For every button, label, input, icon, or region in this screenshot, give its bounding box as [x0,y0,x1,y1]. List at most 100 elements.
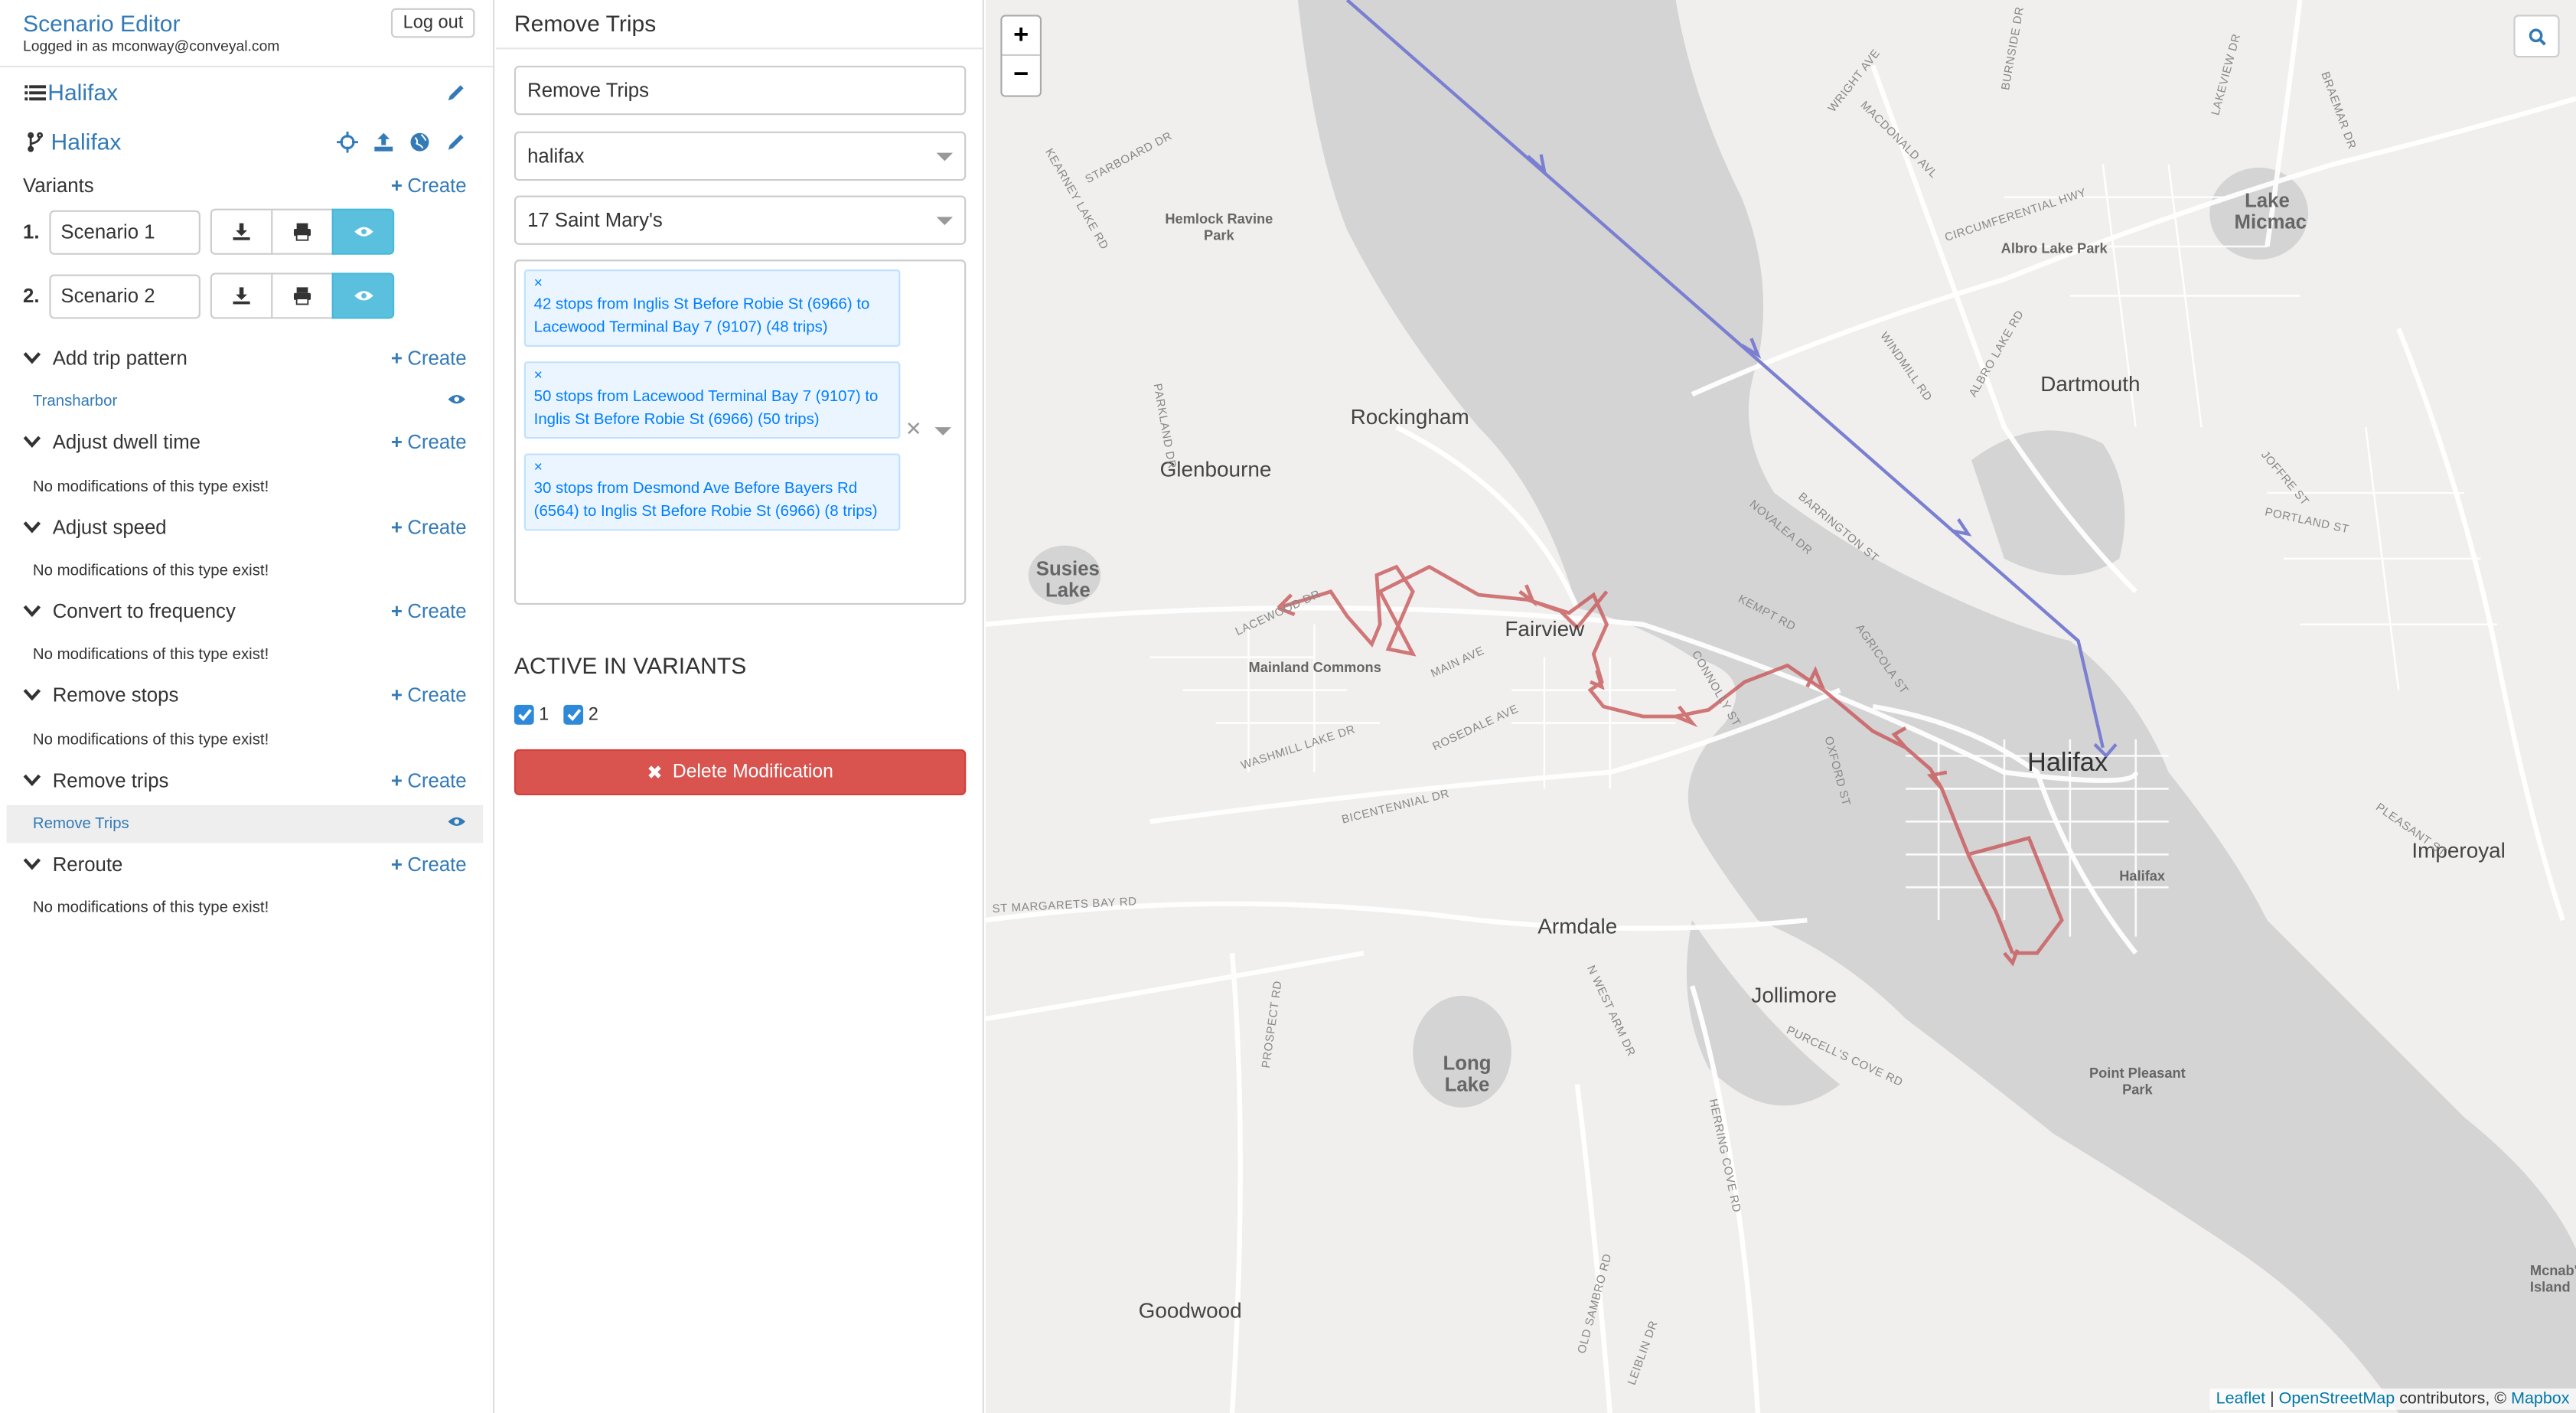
empty-note: No modifications of this type exist! [32,645,269,664]
eye-icon[interactable] [447,815,467,834]
modification-name: Remove Trips [32,814,129,834]
modification-name-input[interactable]: Remove Trips [514,65,967,116]
upload-icon[interactable] [371,130,394,153]
remove-tag-icon[interactable]: × [534,271,891,294]
checkbox-checked-icon[interactable] [514,704,534,725]
place-label: Long Lake [1443,1051,1492,1096]
sidebar: Scenario Editor Logged in as mconway@con… [0,0,495,1413]
chevron-down-icon [23,351,43,364]
remove-tag-icon[interactable]: × [534,363,891,386]
create-add-trip-pattern-button[interactable]: + Create [391,347,467,370]
variants-header: Variants + Create [23,175,467,197]
caret-down-icon[interactable] [934,427,951,436]
create-adjust-speed-button[interactable]: + Create [391,516,467,539]
map-attribution: Leaflet | OpenStreetMap contributors, © … [2209,1388,2576,1410]
create-reroute-button[interactable]: + Create [391,853,467,876]
place-label: Glenbourne [1159,456,1272,481]
create-variant-button[interactable]: + Create [391,175,467,197]
section-title: Reroute [52,853,123,876]
variant-number: 2. [23,284,40,308]
section-adjust-dwell-time[interactable]: Adjust dwell time + Create [23,426,467,458]
remove-tag-icon[interactable]: × [534,455,891,478]
place-label: Susies Lake [1035,556,1100,602]
variant-row: 1. [23,208,395,255]
map-search-button[interactable] [2513,15,2560,58]
place-label: Hemlock Ravine Park [1165,210,1273,243]
place-label: Mcnab's Island [2529,1261,2576,1295]
show-variant-eye-button[interactable] [331,272,395,319]
pattern-label: 50 stops from Lacewood Terminal Bay 7 (9… [533,387,879,429]
section-title: Adjust speed [52,516,167,540]
leaflet-link[interactable]: Leaflet [2216,1390,2265,1408]
download-button[interactable] [210,272,273,319]
eye-icon[interactable] [447,393,467,411]
variant-number: 1. [23,220,40,243]
place-label: Point Pleasant Park [2089,1065,2186,1098]
search-icon [2528,28,2545,45]
chevron-down-icon [23,436,43,449]
variant-checkbox-2[interactable]: 2 [563,704,598,725]
modification-name: Transharbor [32,393,118,411]
patterns-multiselect[interactable]: × 42 stops from Inglis St Before Robie S… [514,259,967,605]
mapbox-link[interactable]: Mapbox [2511,1390,2569,1408]
place-label: Halifax [2119,867,2166,884]
variant-row: 2. [23,272,395,319]
branch-icon [23,130,46,153]
crosshairs-icon[interactable] [335,130,358,153]
map[interactable]: Rockingham Glenbourne Susies Lake Fairvi… [986,0,2576,1413]
checkbox-checked-icon[interactable] [563,704,584,725]
route-select[interactable]: 17 Saint Mary's [514,195,967,245]
section-adjust-speed[interactable]: Adjust speed + Create [23,511,467,544]
place-label: Goodwood [1138,1297,1242,1323]
show-variant-eye-button[interactable] [331,208,395,255]
variant-name-input[interactable] [49,273,201,318]
variant-name-input[interactable] [49,209,201,254]
edit-region-pencil-icon[interactable] [444,80,467,103]
region-name[interactable]: Halifax [47,79,118,105]
create-adjust-dwell-time-button[interactable]: + Create [391,430,467,453]
place-label: Jollimore [1751,982,1837,1007]
delete-modification-button[interactable]: ✖ Delete Modification [514,749,967,796]
project-name[interactable]: Halifax [51,128,122,154]
empty-note: No modifications of this type exist! [32,562,269,580]
section-add-trip-pattern[interactable]: Add trip pattern + Create [23,342,467,375]
edit-project-pencil-icon[interactable] [444,130,467,153]
caret-down-icon [936,152,954,161]
print-button[interactable] [271,208,334,255]
osm-link[interactable]: OpenStreetMap [2279,1390,2395,1408]
zoom-in-button[interactable]: + [1002,16,1040,56]
panel-title: Remove Trips [514,9,657,37]
feed-select[interactable]: halifax [514,131,967,181]
section-title: Adjust dwell time [52,430,201,454]
pattern-tag: × 30 stops from Desmond Ave Before Bayer… [523,453,901,531]
pattern-tag: × 50 stops from Lacewood Terminal Bay 7 … [523,361,901,439]
variants-label: Variants [23,174,94,197]
variant-checkbox-1[interactable]: 1 [514,704,549,725]
modification-item-remove-trips[interactable]: Remove Trips [6,804,484,844]
pattern-label: 42 stops from Inglis St Before Robie St … [533,295,870,338]
modification-item-transharbor[interactable]: Transharbor [7,383,484,420]
empty-note: No modifications of this type exist! [32,899,269,917]
globe-icon[interactable] [407,130,430,153]
create-convert-to-frequency-button[interactable]: + Create [391,600,467,623]
modification-panel: Remove Trips Remove Trips halifax 17 Sai… [496,0,984,1413]
print-button[interactable] [271,272,334,319]
chevron-down-icon [23,688,43,701]
zoom-out-button[interactable]: − [1002,56,1039,96]
logout-button[interactable]: Log out [391,8,475,38]
section-title: Convert to frequency [52,599,236,623]
section-convert-to-frequency[interactable]: Convert to frequency + Create [23,595,467,628]
empty-note: No modifications of this type exist! [32,478,269,497]
section-remove-trips[interactable]: Remove trips + Create [23,764,467,797]
create-remove-stops-button[interactable]: + Create [391,684,467,706]
place-label: Rockingham [1350,404,1469,429]
clear-all-icon[interactable]: ✕ [905,417,922,440]
section-remove-stops[interactable]: Remove stops + Create [23,679,467,712]
close-icon: ✖ [647,764,663,784]
create-remove-trips-button[interactable]: + Create [391,769,467,792]
download-button[interactable] [210,208,273,255]
place-label: Armdale [1537,913,1618,938]
section-reroute[interactable]: Reroute + Create [23,848,467,881]
chevron-down-icon [23,858,43,871]
list-icon [23,80,46,103]
